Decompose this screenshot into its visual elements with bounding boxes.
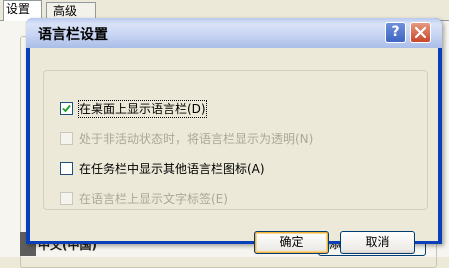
checkbox-transparent-when-inactive	[60, 132, 73, 145]
close-button[interactable]	[410, 22, 431, 43]
help-icon: ?	[391, 24, 400, 40]
option-label: 在任务栏中显示其他语言栏图标(A)	[79, 162, 265, 176]
checkbox-show-text-labels	[60, 192, 73, 205]
language-bar-settings-dialog: 语言栏设置 ? 在桌面上显示语言栏(D) 处于非活动状态时，将语言栏显示为透明(…	[26, 18, 442, 254]
checkbox-show-on-desktop[interactable]	[60, 102, 73, 115]
dialog-title: 语言栏设置	[38, 27, 108, 43]
option-label: 在桌面上显示语言栏(D)	[78, 100, 207, 118]
ok-button[interactable]: 确定	[254, 231, 329, 254]
close-icon	[414, 26, 427, 39]
dialog-client-area: 在桌面上显示语言栏(D) 处于非活动状态时，将语言栏显示为透明(N) 在任务栏中…	[30, 48, 438, 254]
cancel-button[interactable]: 取消	[340, 231, 415, 254]
checkbox-show-taskbar-icons[interactable]	[60, 162, 73, 175]
dialog-titlebar[interactable]: 语言栏设置 ?	[26, 18, 442, 48]
help-button[interactable]: ?	[385, 22, 406, 43]
option-label: 在语言栏上显示文字标签(E)	[79, 192, 228, 206]
option-label: 处于非活动状态时，将语言栏显示为透明(N)	[79, 132, 314, 146]
checkmark-icon	[62, 104, 71, 113]
